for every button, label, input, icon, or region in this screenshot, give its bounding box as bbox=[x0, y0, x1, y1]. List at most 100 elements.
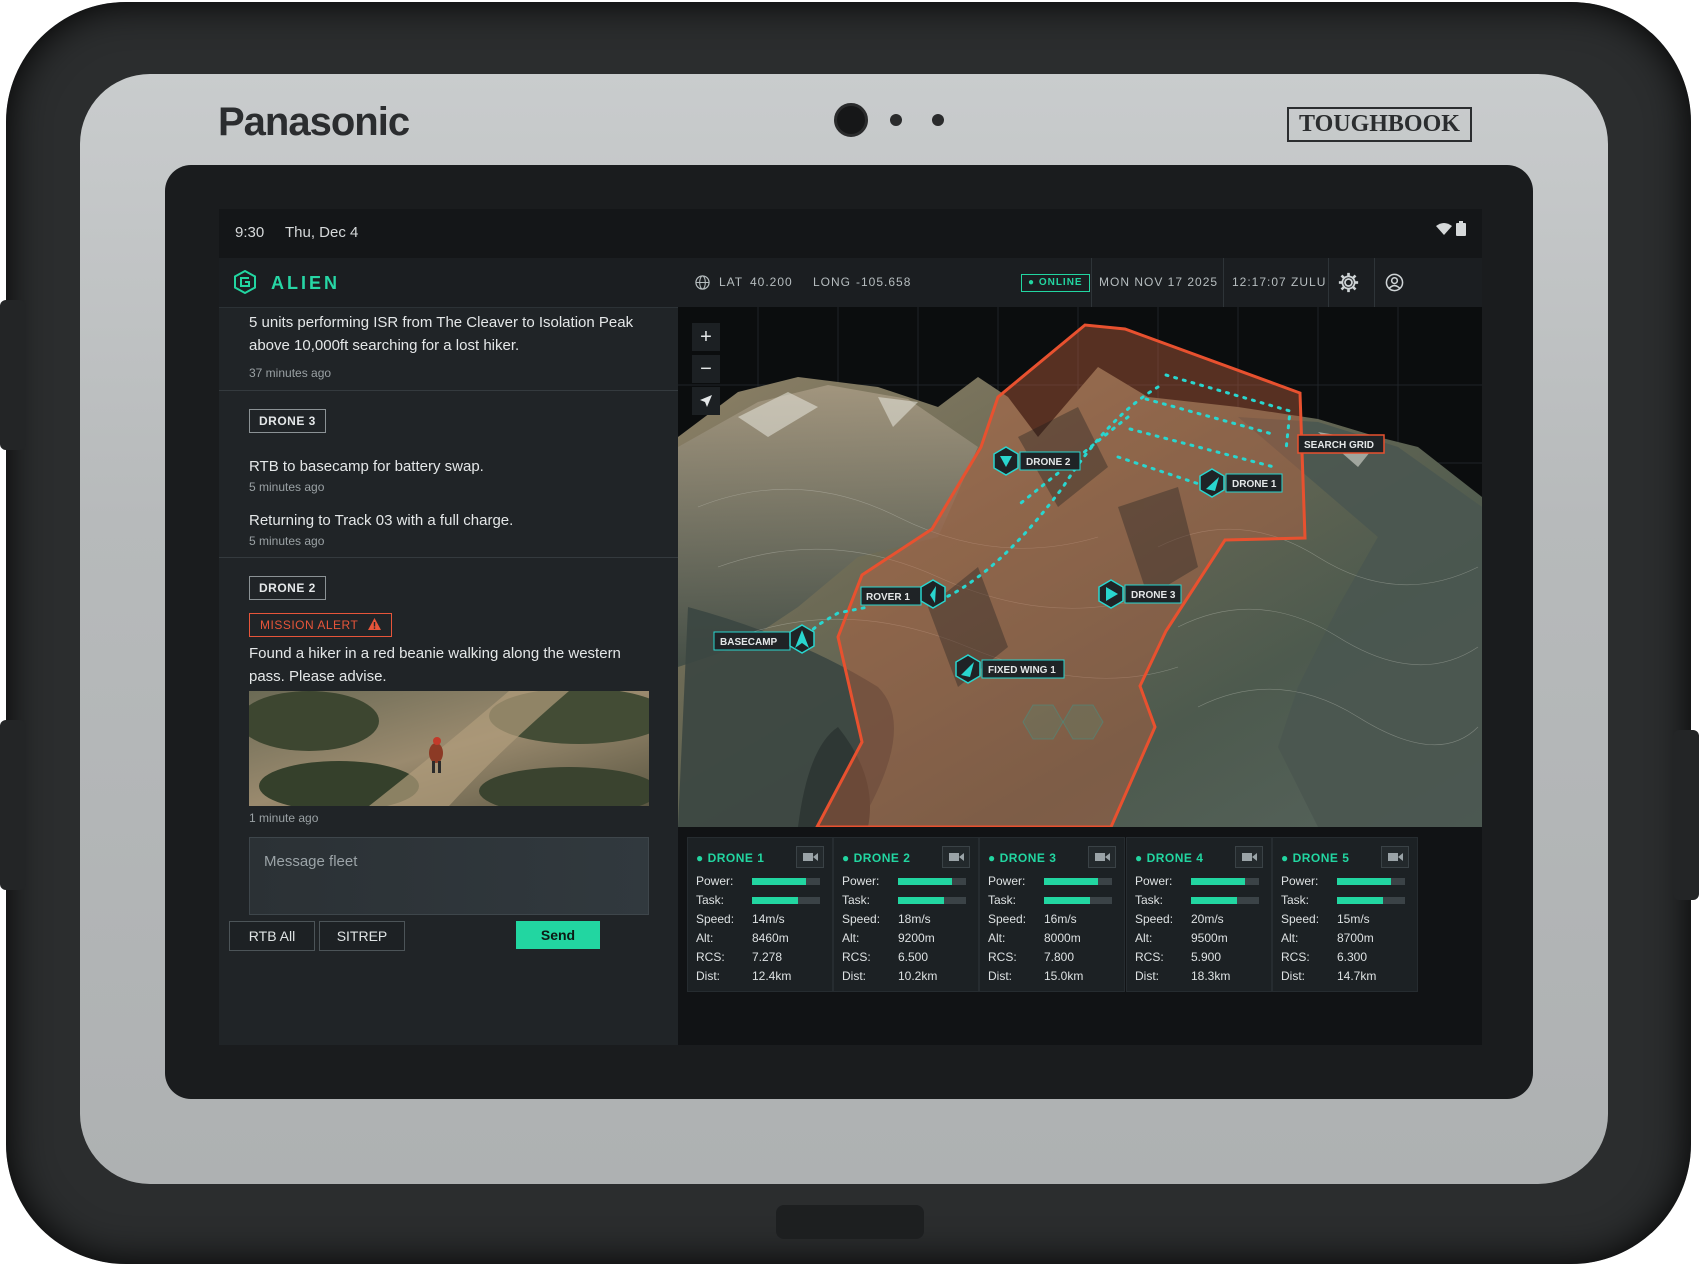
video-feed-button[interactable] bbox=[1088, 846, 1116, 868]
video-feed-button[interactable] bbox=[1235, 846, 1263, 868]
power-bar bbox=[1191, 878, 1259, 885]
video-camera-icon bbox=[949, 853, 964, 861]
task-bar bbox=[1191, 897, 1259, 904]
unit-marker-drone-1[interactable]: DRONE 1 bbox=[1199, 468, 1283, 498]
unit-label-fixed-wing-1: FIXED WING 1 bbox=[988, 665, 1056, 676]
online-status-badge: ● ONLINE bbox=[1021, 274, 1090, 292]
dist-label: Dist: bbox=[988, 969, 1012, 983]
speed-value: 14m/s bbox=[752, 912, 785, 926]
unit-marker-drone-2[interactable]: DRONE 2 bbox=[993, 446, 1081, 476]
top-bar-separator bbox=[1223, 258, 1224, 307]
power-bar-fill bbox=[1191, 878, 1246, 885]
unit-label-drone-3: DRONE 3 bbox=[1131, 590, 1176, 601]
unit-name: DRONE 5 bbox=[1292, 851, 1350, 865]
task-bar-fill bbox=[1191, 897, 1238, 904]
message-fleet-field[interactable] bbox=[249, 837, 649, 915]
lat-value: 40.200 bbox=[750, 275, 793, 289]
fleet-card[interactable]: ● DRONE 1 Power: Task: Speed: 14m/s Alt: 8460m… bbox=[687, 837, 833, 992]
dist-value: 10.2km bbox=[898, 969, 938, 983]
unit-marker-basecamp[interactable]: BASECAMP bbox=[713, 624, 815, 654]
power-bar-fill bbox=[752, 878, 807, 885]
fleet-card-title: ● DRONE 3 bbox=[988, 851, 1057, 865]
long-value: -105.658 bbox=[856, 275, 912, 289]
task-bar-fill bbox=[898, 897, 945, 904]
left-side-port bbox=[0, 300, 26, 450]
dist-label: Dist: bbox=[696, 969, 720, 983]
fleet-card[interactable]: ● DRONE 4 Power: Task: Speed: 20m/s Alt: 9500m… bbox=[1126, 837, 1272, 992]
message-timestamp: 37 minutes ago bbox=[249, 366, 332, 380]
settings-gear-icon[interactable] bbox=[1338, 272, 1359, 293]
online-status-text: ONLINE bbox=[1038, 277, 1083, 288]
top-bar-separator bbox=[1091, 258, 1092, 307]
sensor-dot bbox=[932, 114, 944, 126]
feed-divider bbox=[219, 557, 678, 558]
video-feed-button[interactable] bbox=[796, 846, 824, 868]
power-bar-fill bbox=[1044, 878, 1099, 885]
user-account-icon[interactable] bbox=[1385, 273, 1404, 292]
speed-label: Speed: bbox=[842, 912, 881, 926]
search-grid-text: SEARCH GRID bbox=[1304, 440, 1374, 451]
power-label: Power: bbox=[696, 874, 734, 888]
map-top-bar: LAT 40.200 LONG -105.658 ● ONLINE MON NO… bbox=[678, 258, 1482, 308]
drone-3-message: Returning to Track 03 with a full charge… bbox=[249, 512, 514, 529]
unit-label-drone-1: DRONE 1 bbox=[1232, 479, 1277, 490]
alt-value: 8700m bbox=[1337, 931, 1374, 945]
unit-overlay: SEARCH GRID DRONE 2 DRONE 1 ROVER 1 DRON… bbox=[713, 434, 1385, 684]
tactical-map[interactable]: + − SEARCH GRID DRONE 2 DRONE 1 ROVER 1 … bbox=[678, 307, 1482, 827]
fleet-card-title: ● DRONE 4 bbox=[1135, 851, 1204, 865]
task-label: Task: bbox=[842, 893, 871, 907]
power-bar-fill bbox=[898, 878, 953, 885]
task-label: Task: bbox=[1135, 893, 1164, 907]
video-feed-button[interactable] bbox=[1381, 846, 1409, 868]
feed-divider bbox=[219, 390, 678, 391]
alt-value: 8000m bbox=[1044, 931, 1081, 945]
sitrep-button[interactable]: SITREP bbox=[319, 921, 405, 951]
send-button[interactable]: Send bbox=[516, 921, 600, 949]
video-feed-button[interactable] bbox=[942, 846, 970, 868]
rcs-label: RCS: bbox=[988, 950, 1017, 964]
mission-alert-badge: MISSION ALERT bbox=[249, 613, 392, 637]
fleet-card-title: ● DRONE 1 bbox=[696, 851, 765, 865]
message-fleet-input[interactable] bbox=[250, 838, 648, 914]
date-readout: MON NOV 17 2025 bbox=[1099, 275, 1219, 289]
power-label: Power: bbox=[842, 874, 880, 888]
video-camera-icon bbox=[1242, 853, 1257, 861]
task-bar-fill bbox=[752, 897, 799, 904]
search-grid-label[interactable]: SEARCH GRID bbox=[1297, 434, 1385, 454]
alt-label: Alt: bbox=[988, 931, 1006, 945]
warning-icon bbox=[367, 618, 381, 630]
fleet-card[interactable]: ● DRONE 5 Power: Task: Speed: 15m/s Alt: 8700m… bbox=[1272, 837, 1418, 992]
dist-value: 18.3km bbox=[1191, 969, 1231, 983]
message-timestamp: 5 minutes ago bbox=[249, 534, 325, 548]
unit-tag-drone-2[interactable]: DRONE 2 bbox=[249, 576, 326, 600]
left-side-port-lower bbox=[0, 720, 26, 890]
unit-label-drone-2: DRONE 2 bbox=[1026, 457, 1071, 468]
rcs-value: 6.300 bbox=[1337, 950, 1368, 964]
lat-label: LAT bbox=[719, 275, 744, 289]
unit-name: DRONE 1 bbox=[707, 851, 765, 865]
rcs-value: 6.500 bbox=[898, 950, 929, 964]
fleet-card[interactable]: ● DRONE 2 Power: Task: Speed: 18m/s Alt: 9200m… bbox=[833, 837, 979, 992]
hiker-photo[interactable] bbox=[249, 691, 649, 806]
alien-logo-icon bbox=[234, 270, 256, 294]
unit-marker-fixed-wing-1[interactable]: FIXED WING 1 bbox=[955, 654, 1065, 684]
task-bar bbox=[752, 897, 820, 904]
wifi-icon bbox=[1435, 223, 1452, 235]
fleet-card[interactable]: ● DRONE 3 Power: Task: Speed: 16m/s Alt: 8000m… bbox=[979, 837, 1125, 992]
speed-value: 20m/s bbox=[1191, 912, 1224, 926]
video-camera-icon bbox=[1095, 853, 1110, 861]
fleet-status-panel: ● DRONE 1 Power: Task: Speed: 14m/s Alt: 8460m… bbox=[678, 827, 1482, 1045]
alt-value: 8460m bbox=[752, 931, 789, 945]
fleet-card-title: ● DRONE 2 bbox=[842, 851, 911, 865]
unit-marker-drone-3[interactable]: DRONE 3 bbox=[1098, 579, 1182, 609]
battery-icon bbox=[1456, 221, 1466, 236]
power-bar bbox=[752, 878, 820, 885]
rtb-all-button[interactable]: RTB All bbox=[229, 921, 315, 951]
rcs-label: RCS: bbox=[1281, 950, 1310, 964]
task-label: Task: bbox=[696, 893, 725, 907]
alt-value: 9200m bbox=[898, 931, 935, 945]
unit-tag-drone-3[interactable]: DRONE 3 bbox=[249, 409, 326, 433]
unit-marker-rover-1[interactable]: ROVER 1 bbox=[860, 579, 946, 609]
alt-label: Alt: bbox=[1281, 931, 1299, 945]
rcs-value: 7.800 bbox=[1044, 950, 1075, 964]
